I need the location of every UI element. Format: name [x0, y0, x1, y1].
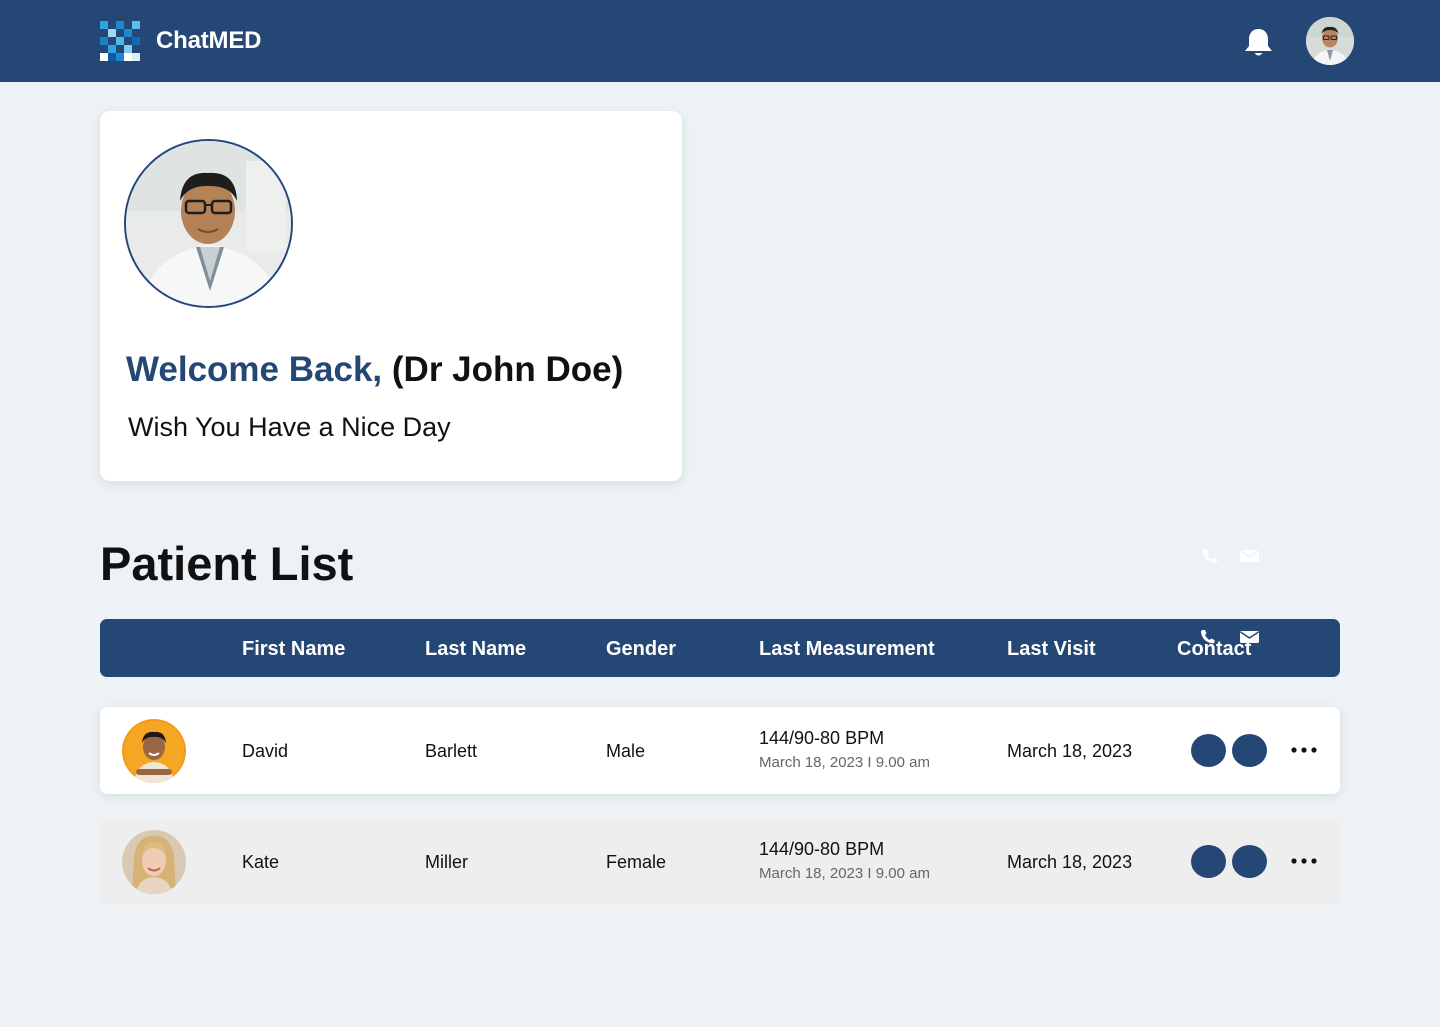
patient-table-header: First Name Last Name Gender Last Measure… [100, 619, 1340, 677]
email-button[interactable] [1232, 845, 1267, 878]
welcome-heading: Welcome Back, (Dr John Doe) [126, 350, 623, 390]
patient-gender: Female [606, 852, 667, 872]
column-last-name[interactable]: Last Name [425, 638, 526, 661]
profile-avatar[interactable] [1306, 17, 1354, 65]
doctor-name: (Dr John Doe) [391, 350, 624, 389]
patient-last-name: Barlett [425, 741, 478, 761]
call-button[interactable] [1191, 734, 1226, 767]
doctor-portrait-icon [126, 141, 291, 306]
faded-contact-icons [1203, 549, 1259, 563]
top-navbar: ChatMED [0, 0, 1440, 82]
table-row[interactable]: David Barlett Male 144/90-80 BPM March 1… [100, 707, 1340, 794]
doctor-avatar-icon [1306, 17, 1354, 65]
patient-avatar [122, 830, 186, 894]
brand-name[interactable]: ChatMED [156, 27, 261, 55]
patient-last-name: Miller [425, 852, 468, 872]
email-button[interactable] [1232, 734, 1267, 767]
column-last-visit[interactable]: Last Visit [1007, 638, 1096, 661]
patient-measurement-time: March 18, 2023 I 9.00 am [759, 865, 930, 882]
welcome-subtitle: Wish You Have a Nice Day [128, 412, 451, 442]
column-first-name[interactable]: First Name [242, 638, 345, 661]
table-row[interactable]: Kate Miller Female 144/90-80 BPM March 1… [100, 818, 1340, 905]
patient-male-avatar-icon [122, 719, 186, 783]
chatmed-logo-icon[interactable] [100, 21, 140, 61]
bell-icon[interactable] [1242, 27, 1275, 58]
welcome-card: Welcome Back, (Dr John Doe) Wish You Hav… [100, 111, 682, 481]
patient-avatar [122, 719, 186, 783]
doctor-photo [124, 139, 293, 308]
patient-last-visit: March 18, 2023 [1007, 741, 1133, 761]
patient-first-name: Kate [242, 852, 280, 872]
patient-list-title: Patient List [100, 537, 354, 590]
patient-gender: Male [606, 741, 646, 761]
more-options-icon[interactable] [1286, 848, 1322, 874]
column-gender[interactable]: Gender [606, 638, 676, 661]
more-options-icon[interactable] [1286, 737, 1322, 763]
column-last-measurement[interactable]: Last Measurement [759, 638, 935, 661]
header-contact-icons [1201, 630, 1259, 644]
call-button[interactable] [1191, 845, 1226, 878]
patient-first-name: David [242, 741, 289, 761]
patient-measurement: 144/90-80 BPM [759, 839, 885, 859]
patient-female-avatar-icon [122, 830, 186, 894]
welcome-greeting: Welcome Back, [126, 350, 383, 389]
patient-measurement: 144/90-80 BPM [759, 728, 885, 748]
patient-measurement-time: March 18, 2023 I 9.00 am [759, 754, 930, 771]
patient-last-visit: March 18, 2023 [1007, 852, 1133, 872]
